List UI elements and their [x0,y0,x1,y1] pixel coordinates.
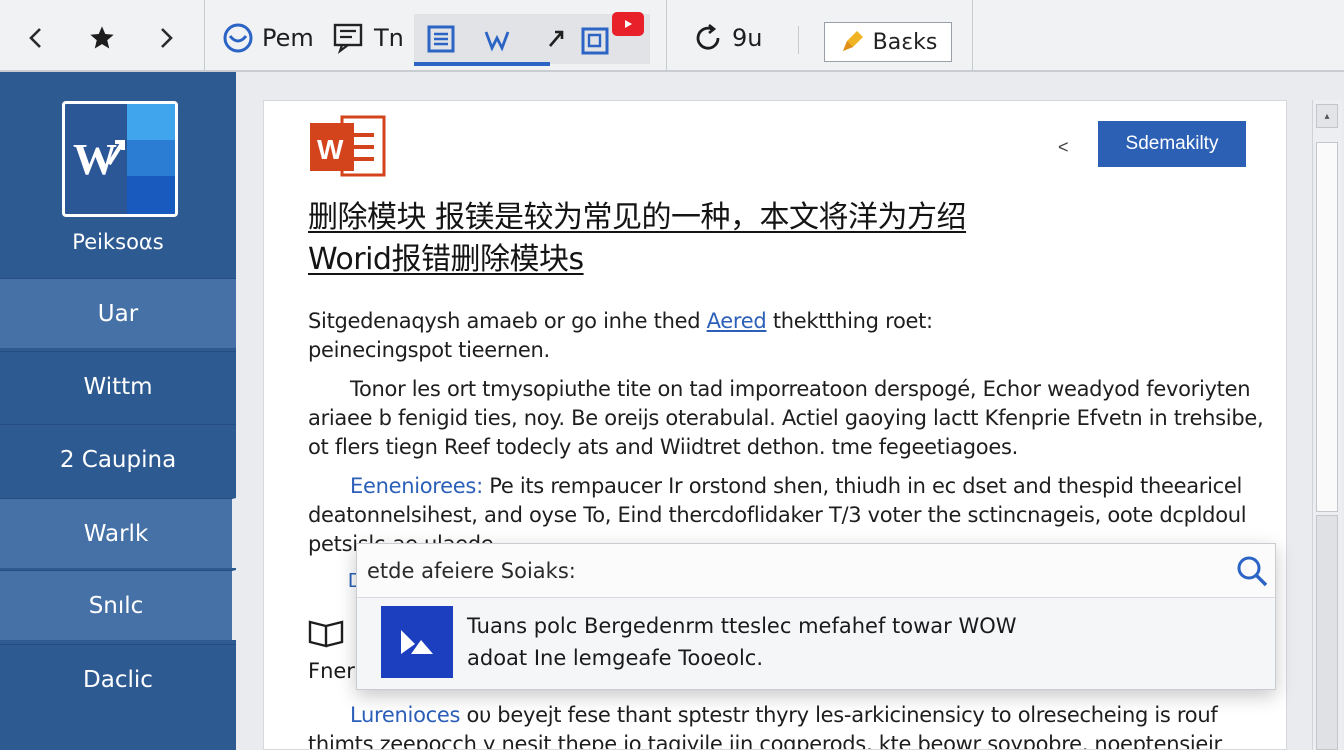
word-arrow-icon [107,140,125,166]
cursor-button[interactable] [546,26,568,50]
paragraph-1: Sitgedenaqysh amaeb or go inhe thed Aere… [308,307,933,365]
p2-line-3: ot flers tiegn Reef todecly ats and Wiid… [308,435,1018,459]
chat-bubble-icon [223,23,253,53]
fner-text: Fner [308,659,355,683]
p1-text: Sitgedenaqysh amaeb or go inhe thed [308,309,707,333]
forward-button[interactable] [148,20,184,56]
scrollbar-thumb[interactable] [1316,142,1338,512]
favorite-button[interactable] [84,20,120,56]
history-button[interactable]: 9u [692,22,762,54]
result-arrow-icon [401,630,433,654]
result-text: Tuans polc Bergedenrm tteslec mefahef to… [467,610,1017,674]
backs-label: Baεks [872,29,938,55]
sdemakilty-button[interactable]: Sdemakilty [1098,121,1246,167]
sidebar-item-snilc[interactable]: Snılc [0,570,236,640]
search-icon[interactable] [1235,554,1269,588]
toolbar-divider [798,26,799,54]
office-word-logo-icon: W [310,115,386,177]
p1-text-after: thektthing roet: [766,309,933,333]
star-icon [90,26,114,49]
paragraph-4: Lurenioces oυ beyejt fese thant sptestr … [308,701,1222,750]
toolbar-divider [666,0,667,72]
pencil-icon [842,31,863,51]
search-popup-header [357,544,1275,598]
p4-keyword: Lurenioces [350,703,461,727]
p3-keyword: Eeneniorees: [350,474,483,498]
active-tab-indicator [414,62,550,66]
play-badge[interactable] [612,12,644,36]
result-line-1: Tuans polc Bergedenrm tteslec mefahef to… [467,614,1017,638]
scroll-up-button[interactable]: ▴ [1316,104,1338,128]
comment-icon [333,23,363,54]
history-label: 9u [732,24,763,52]
page-title: 删除模块 报镁是较为常见的一种，本文将洋为方绍 Worid报错删除模块s [308,197,967,281]
tool-tn-button[interactable]: Tn [332,22,404,54]
p2-line-2: ariaee b fenigid ties, noy. Be oreijs ot… [308,406,1264,430]
collapse-arrow[interactable]: < [1058,137,1069,158]
sidebar: W Peiksoαs Uar Wittm 2 Caupina Warlk Snı… [0,72,236,750]
arrow-cursor-icon [549,30,564,47]
backs-button[interactable]: Baεks [824,22,952,62]
p1-line-2: peinecingspot tieernen. [308,338,550,362]
p3-line-2: deatonnelsihest, and oyse To, Eind therc… [308,503,1247,527]
tool-pem-label: Pem [262,24,314,52]
sidebar-item-uar[interactable]: Uar [0,278,236,348]
p3-line-1: Pe its rempaucer Ir orstond shen, thiudh… [482,474,1243,498]
chevron-right-icon [161,28,173,48]
toolbar-divider [972,0,973,72]
sidebar-brand-label: Peiksoαs [72,230,164,254]
result-line-2: adoat Ine lemgeafe Tooeolc. [467,646,764,670]
tool-tn-label: Tn [374,24,404,52]
chevron-left-icon [29,28,41,48]
word-logo: W [62,101,178,217]
sidebar-item-warlk[interactable]: Warlk [0,498,236,568]
sidebar-item-caupina[interactable]: 2 Caupina [0,424,236,494]
edit-button[interactable] [482,24,512,54]
frame-button[interactable] [580,24,612,56]
refresh-icon [696,23,720,50]
toolbar: Pem Tn 9u Baεks [0,0,1344,72]
p2-line-1: Tonor les ort tmysopiuthe tite on tad im… [350,377,1251,401]
sidebar-item-wittm[interactable]: Wittm [0,351,236,421]
pen-icon [484,31,510,52]
scrollbar-lower-track[interactable] [1316,515,1338,750]
play-icon [625,20,632,28]
sidebar-item-daclic[interactable]: Daclic [0,644,236,714]
title-line-1: 删除模块 报镁是较为常见的一种，本文将洋为方绍 [308,200,967,235]
search-result-item[interactable]: Tuans polc Bergedenrm tteslec mefahef to… [381,606,1261,678]
frame-icon [581,27,609,55]
paragraph-2: Tonor les ort tmysopiuthe tite on tad im… [308,375,1264,462]
title-line-2: Worid报错删除模块s [308,242,584,277]
p4-line-2: thimts zeepocch y nesit thepe jo taqiyil… [308,732,1222,750]
aered-link[interactable]: Aered [707,309,767,333]
layout-button[interactable] [426,24,456,54]
result-thumbnail [381,606,453,678]
search-input[interactable] [367,556,1227,586]
svg-text:W: W [317,134,344,165]
p4-line-1: oυ beyejt fese thant sptestr thyry les-a… [460,703,1218,727]
book-icon [308,620,344,648]
search-popup: Tuans polc Bergedenrm tteslec mefahef to… [356,543,1276,690]
toolbar-divider [204,0,205,72]
tool-pem-button[interactable]: Pem [222,22,314,54]
layout-icon [427,25,455,53]
back-button[interactable] [18,20,54,56]
